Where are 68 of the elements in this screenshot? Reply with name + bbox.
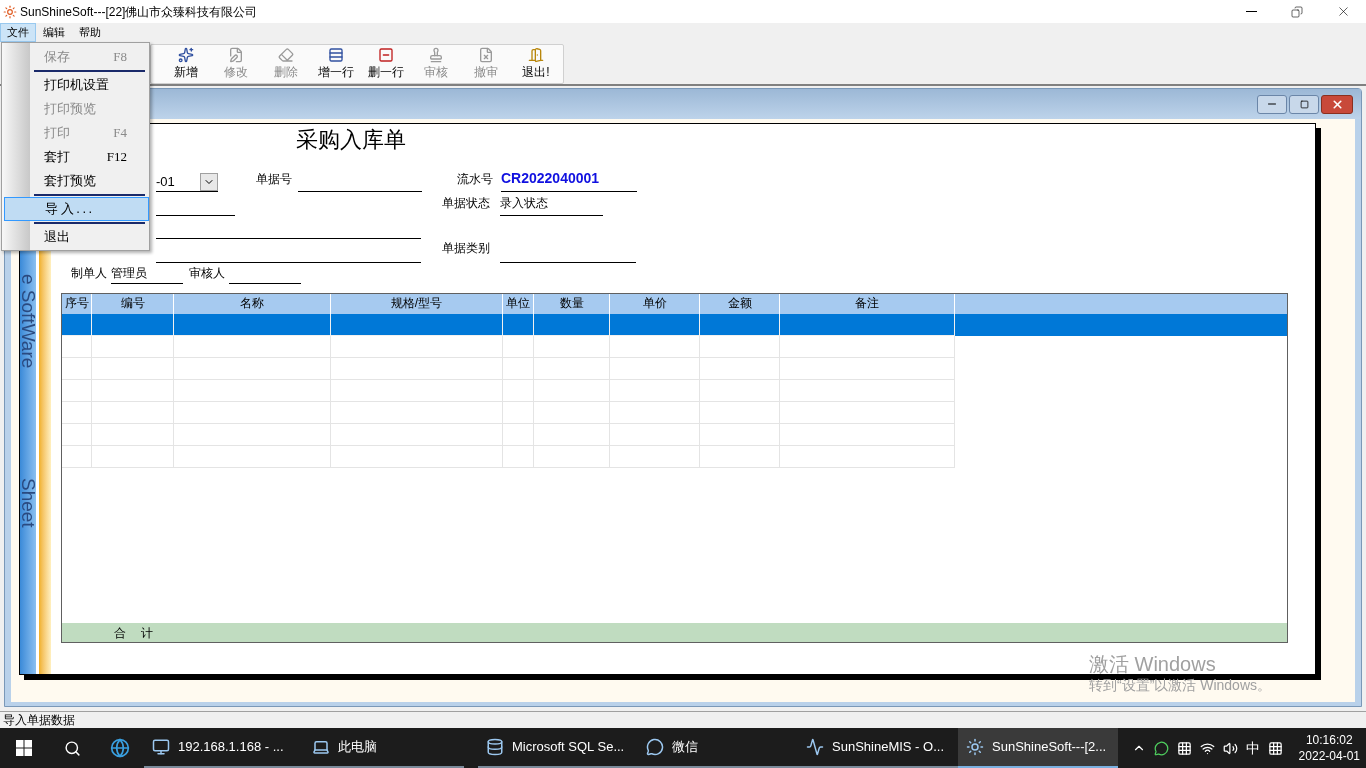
- activation-hint: 转到“设置”以激活 Windows。: [1089, 676, 1271, 695]
- table-row[interactable]: [62, 314, 1287, 336]
- minus-icon: [378, 47, 394, 63]
- menu-item[interactable]: 退出: [30, 225, 149, 249]
- menu-item[interactable]: 导入...: [4, 197, 149, 221]
- maximize-button[interactable]: [1289, 94, 1319, 114]
- serial-number-field[interactable]: CR2022040001: [501, 172, 637, 192]
- speaker-icon[interactable]: [1222, 740, 1238, 756]
- toolbar-button[interactable]: 增一行: [311, 45, 361, 83]
- rows-icon: [328, 47, 344, 63]
- wifi-icon[interactable]: [1199, 740, 1215, 756]
- keyboard-icon[interactable]: [1176, 740, 1192, 756]
- ime-indicator[interactable]: 中: [1245, 737, 1260, 759]
- field-label: 单据状态: [442, 195, 491, 212]
- input-mode-icon[interactable]: [1267, 740, 1283, 756]
- field-label: 单据类别: [442, 240, 491, 257]
- field-label: 单据号: [256, 171, 293, 188]
- total-label: 合 计: [114, 624, 160, 642]
- taskbar-button[interactable]: 此电脑: [304, 728, 464, 768]
- status-text: 导入单据数据: [3, 712, 75, 729]
- taskbar-button[interactable]: SunShineSoft---[2...: [958, 728, 1118, 768]
- menu-item[interactable]: 编辑: [36, 23, 72, 42]
- menu-item[interactable]: 套打预览: [30, 169, 149, 193]
- search-icon: [63, 739, 81, 757]
- taskbar-button[interactable]: Microsoft SQL Se...: [478, 728, 638, 768]
- eraser-icon: [278, 47, 294, 63]
- globe-icon: [110, 738, 130, 758]
- field-label: 流水号: [457, 171, 494, 188]
- monitor-icon: [152, 738, 170, 756]
- door-icon: [528, 47, 544, 63]
- pulse-icon: [806, 738, 824, 756]
- window-title: SunShineSoft---[22]佛山市众臻科技有限公司: [20, 3, 258, 21]
- menu-item[interactable]: 套打 F12: [30, 145, 149, 169]
- status-field[interactable]: 录入状态: [500, 194, 603, 216]
- menu-item[interactable]: 打印机设置: [30, 73, 149, 97]
- close-button[interactable]: [1321, 94, 1353, 114]
- field-label: 制单人: [71, 265, 108, 282]
- date-field[interactable]: -01: [156, 172, 218, 192]
- stamp-icon: [428, 47, 444, 63]
- close-icon: [1330, 97, 1344, 111]
- toolbar-button[interactable]: 删一行: [361, 45, 411, 83]
- app-logo-icon: [3, 4, 17, 19]
- taskbar-button[interactable]: 微信: [638, 728, 798, 768]
- strip-label: Sheet: [20, 478, 36, 528]
- input-field[interactable]: 管理员: [111, 264, 183, 284]
- sun-icon: [966, 738, 984, 756]
- chat-icon[interactable]: [1153, 740, 1169, 756]
- maximize-icon: [1299, 99, 1309, 109]
- restore-icon: [1291, 5, 1303, 18]
- file-x-icon: [478, 47, 494, 63]
- document-title: 采购入库单: [296, 125, 406, 154]
- minimize-icon: [1245, 11, 1257, 12]
- laptop-icon: [312, 738, 330, 756]
- minimize-button[interactable]: [1257, 94, 1287, 114]
- chat-icon: [646, 738, 664, 756]
- toolbar-button[interactable]: 退出!: [511, 45, 561, 83]
- database-icon: [486, 738, 504, 756]
- windows-logo-icon: [16, 740, 32, 756]
- toolbar-button[interactable]: 新增: [161, 45, 211, 83]
- pen-icon: [228, 47, 244, 63]
- clock[interactable]: 10:16:02 2022-04-01: [1298, 732, 1360, 764]
- menu-item[interactable]: 帮助: [72, 23, 108, 42]
- sparkle-icon: [178, 47, 194, 63]
- field-label: 审核人: [189, 265, 226, 282]
- activation-title: 激活 Windows: [1089, 653, 1217, 675]
- menu-item[interactable]: 文件: [0, 23, 36, 42]
- strip-label: e SoftWare: [20, 274, 36, 369]
- taskbar-button[interactable]: 192.168.1.168 - ...: [144, 728, 304, 768]
